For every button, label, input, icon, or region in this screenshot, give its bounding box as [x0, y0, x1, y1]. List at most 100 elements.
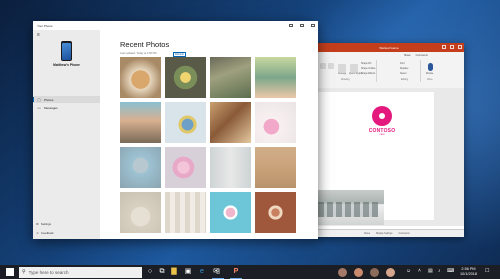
photo-tile[interactable] — [120, 192, 161, 233]
sidebar-item-settings[interactable]: ⚙ Settings — [33, 220, 100, 227]
editing-group-label: Editing — [401, 79, 409, 81]
people-icon[interactable]: ☺ — [406, 268, 411, 274]
task-view-icon[interactable]: ⧉ — [158, 268, 166, 276]
photos-icon: ▢ — [37, 97, 41, 102]
photo-tile[interactable] — [165, 192, 206, 233]
avatar[interactable] — [386, 267, 395, 277]
messages-icon: ▭ — [37, 105, 41, 110]
slide-canvas[interactable]: CONTOSO CAFE — [314, 88, 464, 226]
contoso-logo-sub: CAFE — [379, 134, 385, 136]
phone-icon — [61, 41, 72, 61]
select-label[interactable]: Select — [400, 73, 406, 75]
drawing-group-label: Drawing — [341, 79, 350, 81]
shapes-button-2[interactable] — [328, 63, 334, 69]
taskbar-search-input[interactable]: ⚲ Type here to search — [19, 266, 142, 278]
photo-tile[interactable] — [120, 57, 161, 98]
edge-icon[interactable]: e — [198, 268, 206, 276]
your-phone-window[interactable]: Your Phone ≡ Matthew's Phone ▢ Photos ▭ … — [33, 21, 318, 239]
section-title: Recent Photos — [120, 40, 170, 49]
drawing-group: Arrange Quick Styles Shape Fill Shape Ou… — [316, 60, 377, 82]
photo-tile[interactable] — [120, 102, 161, 143]
minimize-button[interactable] — [442, 45, 446, 49]
device-name: Matthew's Phone — [53, 63, 80, 67]
sidebar-item-label: Photos — [44, 97, 54, 102]
photo-tile[interactable] — [255, 102, 296, 143]
volume-icon[interactable]: ♪ — [438, 268, 441, 274]
your-phone-title: Your Phone — [37, 23, 53, 28]
photo-tile[interactable] — [165, 147, 206, 188]
shapes-button[interactable] — [320, 63, 326, 69]
maximize-button[interactable] — [300, 23, 304, 27]
file-explorer-icon[interactable]: ▇ — [170, 268, 178, 276]
photo-tile[interactable] — [255, 192, 296, 233]
share-tab[interactable]: Share — [404, 54, 411, 57]
hamburger-menu-icon[interactable]: ≡ — [37, 32, 40, 38]
contoso-logo-donut — [372, 106, 392, 126]
powerpoint-ribbon: Arrange Quick Styles Shape Fill Shape Ou… — [314, 58, 464, 89]
sidebar-item-label: Feedback — [41, 230, 54, 235]
photo-tile[interactable] — [255, 57, 296, 98]
search-icon: ⚲ — [22, 269, 26, 275]
powerpoint-statusbar: Notes Display Settings Comments — [314, 229, 464, 237]
sidebar-item-photos[interactable]: ▢ Photos — [33, 96, 100, 103]
taskbar-clock[interactable]: 2:56 PM 10/1/2018 — [456, 267, 481, 277]
shape-outline-label[interactable]: Shape Outline — [361, 68, 376, 70]
photo-tile[interactable] — [210, 147, 251, 188]
close-button[interactable] — [458, 45, 462, 49]
maximize-button[interactable] — [450, 45, 454, 49]
photo-tile[interactable] — [255, 147, 296, 188]
network-icon[interactable]: ▤ — [428, 268, 433, 274]
powerpoint-icon[interactable]: P — [230, 268, 242, 279]
sidebar-item-label: Messages — [44, 105, 58, 110]
search-placeholder: Type here to search — [28, 269, 69, 275]
dictate-label: Dictate — [426, 73, 434, 75]
close-button[interactable] — [311, 23, 315, 27]
comments-button[interactable]: Comments — [398, 233, 409, 235]
gear-icon: ⚙ — [36, 221, 39, 226]
chevron-up-icon[interactable]: ˄ — [418, 268, 421, 274]
sidebar: ≡ Matthew's Phone ▢ Photos ▭ Messages ⚙ … — [33, 30, 100, 239]
store-icon[interactable]: ▣ — [184, 268, 192, 276]
last-updated-text: Last updated: Today at 2:56 PM — [120, 52, 157, 55]
editing-group: Find Replace Select Editing — [398, 60, 421, 82]
arrange-button[interactable] — [338, 64, 346, 72]
find-label[interactable]: Find — [400, 63, 404, 65]
slide[interactable]: CONTOSO CAFE — [314, 92, 434, 225]
minimize-button[interactable] — [289, 23, 293, 27]
feedback-icon: ☺ — [36, 230, 40, 235]
your-phone-titlebar[interactable]: Your Phone — [33, 21, 318, 30]
refresh-button[interactable]: Refresh — [173, 51, 187, 57]
photo-tile[interactable] — [210, 192, 251, 233]
avatar[interactable] — [370, 267, 379, 277]
powerpoint-titlebar[interactable]: Wanted Game — [314, 43, 464, 52]
replace-label[interactable]: Replace — [400, 68, 408, 70]
photo-tile[interactable] — [120, 147, 161, 188]
taskbar: ⚲ Type here to search ○ ⧉ ▇ ▣ e ✉ P ▯ ☺ … — [0, 265, 500, 279]
voice-group-label: Voice — [427, 79, 433, 81]
your-phone-icon[interactable]: ▯ — [212, 268, 224, 279]
avatar[interactable] — [338, 267, 347, 277]
microphone-icon[interactable] — [428, 63, 433, 71]
display-settings-button[interactable]: Display Settings — [376, 233, 392, 235]
sidebar-item-label: Settings — [40, 221, 51, 226]
sidebar-item-messages[interactable]: ▭ Messages — [33, 104, 100, 111]
notes-button[interactable]: Notes — [364, 233, 370, 235]
quick-styles-button[interactable] — [350, 64, 358, 72]
shape-effects-label[interactable]: Shape Effects — [361, 73, 375, 75]
powerpoint-window[interactable]: Wanted Game Share Comments Arrange Quick… — [314, 43, 464, 237]
cortana-icon[interactable]: ○ — [146, 268, 154, 276]
comments-tab[interactable]: Comments — [416, 54, 428, 57]
avatar[interactable] — [354, 267, 363, 277]
photo-tile[interactable] — [165, 57, 206, 98]
photo-tile[interactable] — [210, 102, 251, 143]
keyboard-icon[interactable]: ⌨ — [447, 268, 454, 274]
photo-tile[interactable] — [165, 102, 206, 143]
quick-styles-label: Quick Styles — [349, 73, 362, 75]
powerpoint-title: Wanted Game — [379, 45, 399, 50]
cafe-photo[interactable] — [314, 190, 384, 225]
photo-tile[interactable] — [210, 57, 251, 98]
sidebar-item-feedback[interactable]: ☺ Feedback — [33, 229, 100, 236]
windows-start-icon[interactable] — [6, 268, 14, 276]
shape-fill-label[interactable]: Shape Fill — [361, 63, 371, 65]
notifications-icon[interactable]: ☐ — [485, 268, 489, 274]
